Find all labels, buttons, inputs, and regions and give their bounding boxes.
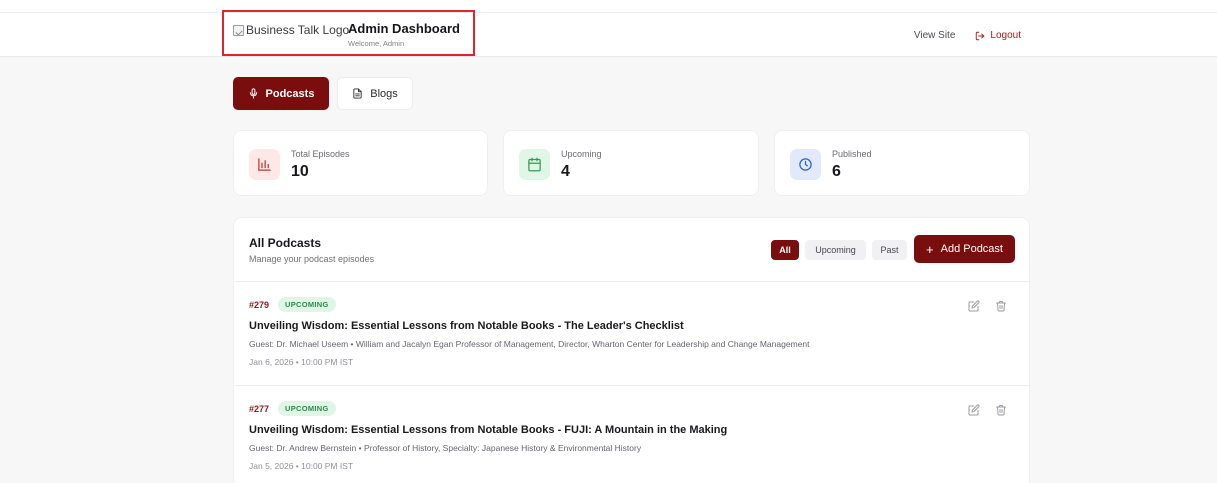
tab-blogs-label: Blogs	[370, 87, 398, 100]
welcome-text: Welcome, Admin	[348, 39, 405, 48]
filter-past[interactable]: Past	[872, 240, 907, 260]
episode-title: Unveiling Wisdom: Essential Lessons from…	[249, 320, 684, 332]
stat-value: 10	[291, 163, 309, 180]
stat-card-upcoming: Upcoming 4	[503, 130, 759, 196]
top-header: Business Talk Logo Admin Dashboard Welco…	[0, 10, 1217, 57]
episode-number: #279	[249, 300, 270, 310]
header-links: View Site Logout	[914, 30, 1021, 41]
page-title: Admin Dashboard	[348, 21, 460, 36]
brand-area: Business Talk Logo Admin Dashboard Welco…	[222, 10, 475, 56]
episode-actions	[968, 300, 1007, 312]
logout-icon	[976, 31, 985, 40]
panel-title: All Podcasts	[249, 236, 322, 250]
logo-alt-text: Business Talk Logo	[246, 23, 350, 37]
edit-icon[interactable]	[968, 404, 980, 416]
logo-image[interactable]: Business Talk Logo	[233, 23, 349, 37]
podcasts-panel: All Podcasts Manage your podcast episode…	[233, 217, 1030, 483]
stat-icon-box	[790, 149, 821, 180]
trash-icon[interactable]	[995, 404, 1007, 416]
document-icon	[353, 88, 362, 99]
episode-guest: Guest: Dr. Andrew Bernstein • Professor …	[249, 443, 642, 453]
bar-chart-icon	[258, 158, 271, 171]
stat-label: Published	[832, 149, 872, 159]
stat-card-published: Published 6	[774, 130, 1030, 196]
episode-actions	[968, 404, 1007, 416]
episode-title: Unveiling Wisdom: Essential Lessons from…	[249, 424, 728, 436]
add-podcast-label: Add Podcast	[940, 243, 1003, 255]
episode-date: Jan 6, 2026 • 10:00 PM IST	[249, 357, 354, 367]
panel-subtitle: Manage your podcast episodes	[249, 254, 375, 264]
episode-number: #277	[249, 404, 270, 414]
microphone-icon	[249, 88, 257, 99]
status-badge: UPCOMING	[278, 401, 336, 416]
view-site-link[interactable]: View Site	[914, 30, 956, 41]
stat-card-total-episodes: Total Episodes 10	[233, 130, 488, 196]
stat-label: Upcoming	[561, 149, 602, 159]
edit-icon[interactable]	[968, 300, 980, 312]
stat-icon-box	[249, 149, 280, 180]
tab-blogs[interactable]: Blogs	[337, 77, 413, 110]
episode-guest: Guest: Dr. Michael Useem • William and J…	[249, 339, 810, 349]
add-podcast-button[interactable]: + Add Podcast	[914, 235, 1015, 263]
broken-image-icon	[233, 24, 244, 36]
list-item: #277 UPCOMING Unveiling Wisdom: Essentia…	[234, 386, 1029, 483]
logout-button[interactable]: Logout	[975, 30, 1021, 41]
trash-icon[interactable]	[995, 300, 1007, 312]
status-badge: UPCOMING	[278, 297, 336, 312]
list-item: #279 UPCOMING Unveiling Wisdom: Essentia…	[234, 282, 1029, 386]
tab-podcasts[interactable]: Podcasts	[233, 77, 329, 110]
plus-icon: +	[926, 241, 934, 257]
stat-label: Total Episodes	[291, 149, 350, 159]
stat-value: 6	[832, 163, 841, 180]
stat-icon-box	[519, 149, 550, 180]
episode-date: Jan 5, 2026 • 10:00 PM IST	[249, 461, 354, 471]
section-tabs: Podcasts Blogs	[233, 77, 413, 110]
calendar-icon	[528, 157, 541, 172]
browser-top-strip	[0, 0, 1217, 13]
stat-value: 4	[561, 163, 570, 180]
clock-icon	[799, 158, 812, 171]
episode-filters: All Upcoming Past	[771, 240, 907, 260]
filter-upcoming[interactable]: Upcoming	[805, 240, 866, 260]
logout-label: Logout	[990, 30, 1021, 41]
tab-podcasts-label: Podcasts	[265, 87, 315, 100]
filter-all[interactable]: All	[771, 240, 799, 260]
